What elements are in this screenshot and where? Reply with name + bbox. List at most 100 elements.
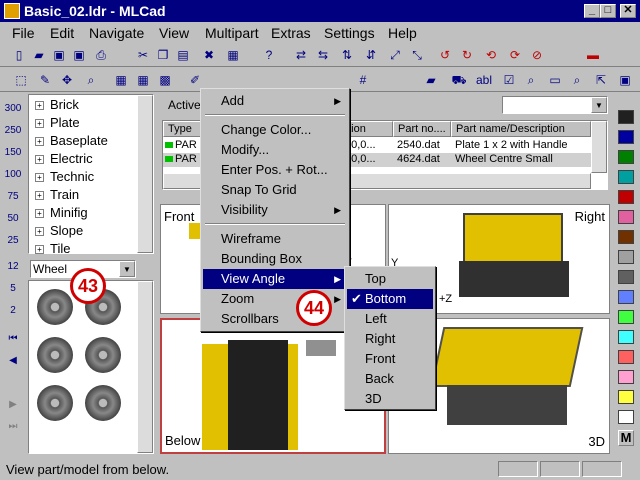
part-wheel[interactable] (37, 289, 73, 325)
rotate-x-icon[interactable]: ⇄ (292, 46, 310, 64)
parts-scrollbar[interactable] (137, 281, 153, 453)
last-step-icon[interactable]: ⏭ (4, 418, 22, 436)
menu-item-snap-to-grid[interactable]: Snap To Grid (203, 180, 347, 200)
color-swatch[interactable] (618, 310, 634, 324)
tree-item-brick[interactable]: + Brick (35, 97, 79, 112)
color-swatch[interactable] (618, 190, 634, 204)
minimize-button[interactable]: _ (584, 4, 600, 18)
color-swatch[interactable] (618, 230, 634, 244)
rotate-neg-z-icon[interactable]: ⤡ (408, 46, 426, 64)
abl-icon[interactable]: abl (472, 71, 496, 89)
expand-icon[interactable]: + (35, 209, 44, 218)
check-icon[interactable]: ☑ (500, 71, 518, 89)
paste-icon[interactable]: ▤ (174, 46, 192, 64)
color-swatch[interactable] (618, 250, 634, 264)
cancel-rotate-icon[interactable]: ⊘ (528, 46, 546, 64)
zoom-2-button[interactable]: 2 (4, 302, 22, 320)
grid-icon[interactable]: # (354, 71, 372, 89)
menu-file[interactable]: File (12, 25, 35, 41)
active-model-combo[interactable]: ▼ (502, 96, 608, 114)
open-icon[interactable]: ▰ (30, 46, 48, 64)
expand-icon[interactable]: + (35, 227, 44, 236)
menu-item-wireframe[interactable]: Wireframe (203, 229, 347, 249)
select-icon[interactable]: ⬚ (12, 71, 30, 89)
zoom-5-button[interactable]: 5 (4, 280, 22, 298)
brick2-icon[interactable]: ▣ (616, 71, 634, 89)
menu-navigate[interactable]: Navigate (89, 25, 144, 41)
color-swatch[interactable] (618, 170, 634, 184)
color-swatch[interactable] (618, 150, 634, 164)
rotate-neg-x-icon[interactable]: ⇆ (314, 46, 332, 64)
expand-icon[interactable]: + (35, 191, 44, 200)
menu-item-visibility[interactable]: Visibility ▶ (203, 200, 347, 220)
export-icon[interactable]: ⇱ (592, 71, 610, 89)
submenu-item-front[interactable]: Front (347, 349, 433, 369)
expand-icon[interactable]: + (35, 101, 44, 110)
first-step-icon[interactable]: ⏮ (4, 330, 22, 348)
list-vscrollbar[interactable] (591, 121, 607, 173)
submenu-item-back[interactable]: Back (347, 369, 433, 389)
save-all-icon[interactable]: ▣ (70, 46, 88, 64)
save-icon[interactable]: ▣ (50, 46, 68, 64)
color-swatch[interactable] (618, 410, 634, 424)
print-icon[interactable]: ⎙ (92, 46, 110, 64)
menu-multipart[interactable]: Multipart (205, 25, 259, 41)
parts-preview[interactable] (28, 280, 154, 454)
color-swatch[interactable] (618, 110, 634, 124)
submenu-item-right[interactable]: Right (347, 329, 433, 349)
prev-step-icon[interactable]: ◀ (4, 352, 22, 370)
menu-item-add[interactable]: Add ▶ (203, 91, 347, 111)
brick-icon[interactable]: ▬ (584, 46, 602, 64)
column-header-type[interactable]: Type (163, 121, 203, 137)
chevron-down-icon[interactable]: ▼ (591, 97, 607, 113)
submenu-item-left[interactable]: Left (347, 309, 433, 329)
color-swatch[interactable] (618, 290, 634, 304)
tree-item-tile[interactable]: + Tile (35, 241, 70, 256)
rotate-y-icon[interactable]: ⇅ (338, 46, 356, 64)
search-icon[interactable]: ⌕ (522, 71, 540, 89)
rotate-1-icon[interactable]: ↺ (436, 46, 454, 64)
maximize-button[interactable]: □ (600, 4, 616, 18)
expand-icon[interactable]: + (35, 173, 44, 182)
zoom-icon[interactable]: ⌕ (82, 71, 100, 89)
color-swatch[interactable] (618, 270, 634, 284)
tree-item-technic[interactable]: + Technic (35, 169, 94, 184)
move-icon[interactable]: ✥ (58, 71, 76, 89)
color-swatch[interactable] (618, 330, 634, 344)
more-colors-button[interactable]: M (618, 430, 634, 446)
expand-icon[interactable]: + (35, 119, 44, 128)
zoom-100-button[interactable]: 100 (4, 166, 22, 184)
menu-item-bounding-box[interactable]: Bounding Box (203, 249, 347, 269)
expand-icon[interactable]: + (35, 155, 44, 164)
help-icon[interactable]: ? (260, 46, 278, 64)
menu-settings[interactable]: Settings (324, 25, 375, 41)
next-step-icon[interactable]: ▶ (4, 396, 22, 414)
table-row[interactable]: PAR (165, 139, 197, 151)
zoom-250-button[interactable]: 250 (4, 122, 22, 140)
properties-icon[interactable]: ▦ (224, 46, 242, 64)
tree-item-minifig[interactable]: + Minifig (35, 205, 88, 220)
menu-item-enter-pos-rot[interactable]: Enter Pos. + Rot... (203, 160, 347, 180)
expand-icon[interactable]: + (35, 137, 44, 146)
edit-icon[interactable]: ✎ (36, 71, 54, 89)
menu-extras[interactable]: Extras (271, 25, 311, 41)
rotate-4-icon[interactable]: ⟳ (506, 46, 524, 64)
color-swatch[interactable] (618, 130, 634, 144)
chevron-down-icon[interactable]: ▼ (119, 261, 135, 277)
folder-icon[interactable]: ▰ (422, 71, 440, 89)
part-wheel[interactable] (85, 337, 121, 373)
grid2-icon[interactable]: ▦ (134, 71, 152, 89)
tree-item-baseplate[interactable]: + Baseplate (35, 133, 108, 148)
copy-icon[interactable]: ❐ (154, 46, 172, 64)
car-icon[interactable]: ⛟ (450, 71, 468, 89)
cut-icon[interactable]: ✂ (134, 46, 152, 64)
grid3-icon[interactable]: ▩ (156, 71, 174, 89)
rename-icon[interactable]: ▭ (546, 71, 564, 89)
zoom-150-button[interactable]: 150 (4, 144, 22, 162)
rotate-z-icon[interactable]: ⤢ (386, 46, 404, 64)
zoom-25-button[interactable]: 25 (4, 232, 22, 250)
tree-item-electric[interactable]: + Electric (35, 151, 93, 166)
rotate-neg-y-icon[interactable]: ⇵ (362, 46, 380, 64)
pencil-icon[interactable]: ✐ (186, 71, 204, 89)
tree-scrollbar[interactable] (137, 95, 153, 253)
